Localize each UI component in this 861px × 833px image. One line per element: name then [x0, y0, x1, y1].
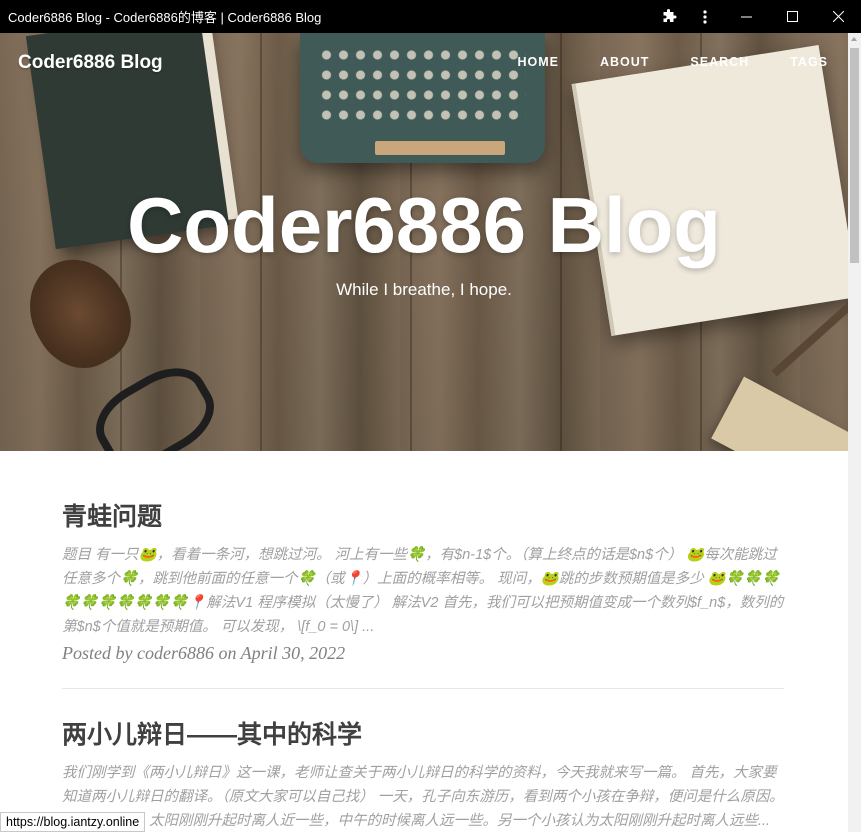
background-typewriter [300, 33, 545, 163]
background-box [711, 376, 848, 451]
page-scrollbar[interactable] [848, 33, 861, 832]
more-vert-icon[interactable] [687, 0, 723, 33]
hero-header: Coder6886 Blog While I breathe, I hope. [0, 33, 848, 451]
window-title: Coder6886 Blog - Coder6886的博客 | Coder688… [8, 10, 322, 25]
nav-search-link[interactable]: SEARCH [690, 55, 749, 69]
extensions-icon[interactable] [651, 0, 687, 33]
post-title[interactable]: 两小儿辩日——其中的科学 [62, 719, 784, 751]
post-preview[interactable]: 两小儿辩日——其中的科学 我们刚学到《两小儿辩日》这一课，老师让查关于两小儿辩日… [62, 689, 784, 833]
minimize-button[interactable] [723, 0, 769, 33]
post-excerpt[interactable]: 题目 有一只🐸，看着一条河，想跳过河。 河上有一些🍀，有$n-1$个。（算上终点… [62, 543, 784, 639]
post-preview[interactable]: 青蛙问题 题目 有一只🐸，看着一条河，想跳过河。 河上有一些🍀，有$n-1$个。… [62, 451, 784, 689]
window-titlebar: Coder6886 Blog - Coder6886的博客 | Coder688… [0, 0, 861, 33]
nav-brand-link[interactable]: Coder6886 Blog [18, 52, 163, 74]
maximize-button[interactable] [769, 0, 815, 33]
post-meta: Posted by coder6886 on April 30, 2022 [62, 643, 346, 663]
nav-home-link[interactable]: HOME [517, 55, 559, 69]
nav-tags-link[interactable]: TAGS [790, 55, 828, 69]
scroll-up-icon[interactable] [851, 37, 857, 41]
link-status-bar: https://blog.iantzy.online [0, 812, 146, 832]
background-pencil [771, 297, 848, 377]
post-title[interactable]: 青蛙问题 [62, 501, 784, 533]
post-list: 青蛙问题 题目 有一只🐸，看着一条河，想跳过河。 河上有一些🍀，有$n-1$个。… [62, 451, 784, 833]
maximize-icon [786, 11, 798, 22]
minimize-icon [740, 16, 752, 18]
scrollbar-thumb[interactable] [850, 48, 859, 263]
hero-title: Coder6886 Blog [127, 181, 721, 269]
main-nav: HOME ABOUT SEARCH TAGS [476, 55, 828, 69]
close-icon [832, 11, 844, 22]
close-button[interactable] [815, 0, 861, 33]
nav-about-link[interactable]: ABOUT [600, 55, 649, 69]
hero-subtitle: While I breathe, I hope. [336, 280, 512, 299]
post-excerpt[interactable]: 我们刚学到《两小儿辩日》这一课，老师让查关于两小儿辩日的科学的资料，今天我就来写… [62, 761, 784, 833]
background-glasses [83, 353, 227, 451]
